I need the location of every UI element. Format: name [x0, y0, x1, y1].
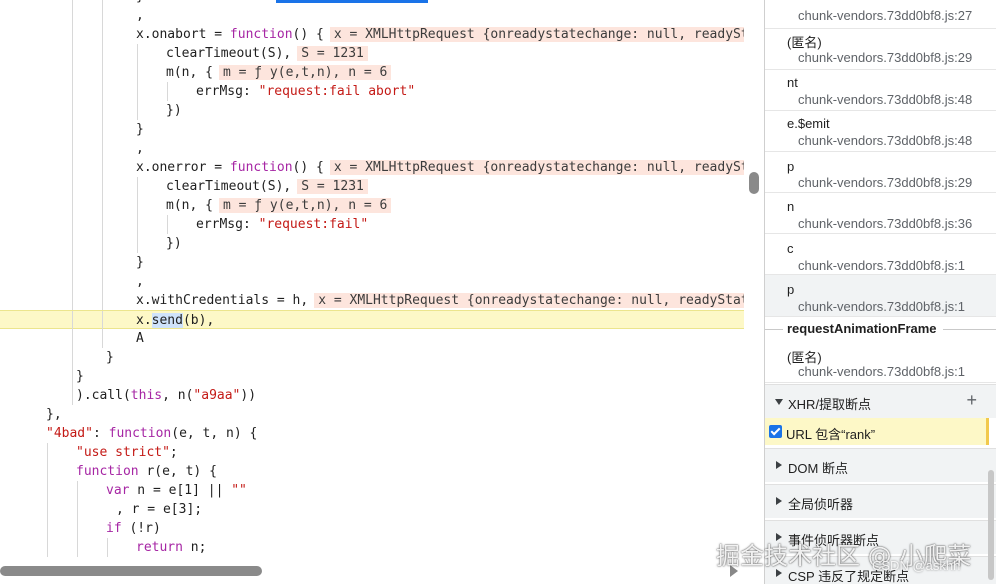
inline-value: m = ƒ y(e,t,n), n = 6 — [218, 65, 392, 80]
call-frame[interactable]: p chunk-vendors.73dd0bf8.js:29 — [765, 152, 996, 193]
call-frame-location: chunk-vendors.73dd0bf8.js:1 — [798, 258, 965, 273]
code-line: m(n, {m = ƒ y(e,t,n), n = 6 — [0, 196, 744, 215]
call-frame[interactable]: n chunk-vendors.73dd0bf8.js:36 — [765, 193, 996, 234]
triangle-right-icon — [776, 497, 782, 505]
xhr-breakpoints-header[interactable]: XHR/提取断点 + — [765, 384, 996, 418]
call-frame-name: e.$emit — [787, 116, 830, 131]
code-line: clearTimeout(S), S = 1231 — [0, 44, 744, 63]
code-line: A — [0, 329, 744, 348]
paused-execution-line: x.send(b), — [0, 310, 744, 330]
code-vertical-scroll-thumb[interactable] — [749, 172, 759, 194]
call-frame-location: chunk-vendors.73dd0bf8.js:29 — [798, 175, 973, 190]
xhr-breakpoint-item[interactable]: URL 包含“rank” — [765, 418, 989, 445]
code-line: function r(e, t) { — [0, 462, 744, 481]
code-line: m(n, {m = ƒ y(e,t,n), n = 6 — [0, 63, 744, 82]
code-line: } — [0, 348, 744, 367]
call-frame-name: (匿名) — [787, 35, 822, 50]
code-line: x.onerror = function() {x = XMLHttpReque… — [0, 158, 764, 177]
code-line: , r = e[3]; — [0, 500, 744, 519]
async-divider — [765, 329, 783, 330]
call-frame-location: chunk-vendors.73dd0bf8.js:36 — [798, 216, 973, 231]
code-line: } — [0, 367, 744, 386]
call-frame[interactable]: nt chunk-vendors.73dd0bf8.js:48 — [765, 70, 996, 111]
call-frame[interactable]: chunk-vendors.73dd0bf8.js:27 — [765, 0, 996, 29]
inline-value: m = ƒ y(e,t,n), n = 6 — [218, 198, 392, 213]
call-frame-selected[interactable]: p chunk-vendors.73dd0bf8.js:1 — [765, 275, 996, 317]
call-frame-location: chunk-vendors.73dd0bf8.js:1 — [798, 364, 965, 379]
code-line: , — [0, 139, 744, 158]
call-frame-location: chunk-vendors.73dd0bf8.js:48 — [798, 133, 973, 148]
code-horizontal-scroll-thumb[interactable] — [0, 566, 262, 576]
call-frame-location: chunk-vendors.73dd0bf8.js:1 — [798, 299, 965, 314]
code-line: }) — [0, 101, 744, 120]
async-divider — [943, 329, 996, 330]
dom-breakpoints-header[interactable]: DOM 断点 — [765, 448, 996, 482]
code-line: "4bad": function(e, t, n) { — [46, 426, 258, 441]
code-line: var n = e[1] || "" — [0, 481, 744, 500]
code-lines: } , x.onabort = function() {x = XMLHttpR… — [0, 0, 764, 557]
call-frame[interactable]: c chunk-vendors.73dd0bf8.js:1 — [765, 234, 996, 275]
inline-value: S = 1231 — [297, 179, 368, 194]
code-vertical-scrollbar[interactable] — [744, 0, 764, 584]
call-frame-name: n — [787, 199, 795, 214]
call-frame-name: p — [787, 282, 795, 297]
triangle-right-icon — [776, 461, 782, 469]
call-frame[interactable]: (匿名) chunk-vendors.73dd0bf8.js:29 — [765, 29, 996, 70]
section-title: XHR/提取断点 — [788, 397, 872, 412]
call-frame[interactable]: (匿名) chunk-vendors.73dd0bf8.js:1 — [765, 341, 996, 383]
code-line: x.onabort = function() {x = XMLHttpReque… — [0, 25, 764, 44]
code-line: } — [0, 120, 744, 139]
watermark-sub: CSDN @askhh — [872, 558, 961, 573]
debugger-sidebar: chunk-vendors.73dd0bf8.js:27 (匿名) chunk-… — [764, 0, 996, 584]
code-line: errMsg: "request:fail abort" — [0, 82, 744, 101]
code-line: , — [0, 6, 744, 25]
code-line: , — [0, 272, 744, 291]
call-frame-name: nt — [787, 75, 798, 90]
xhr-breakpoint-label: URL 包含“rank” — [786, 427, 876, 442]
section-title: 全局侦听器 — [788, 497, 854, 512]
triangle-down-icon — [775, 399, 783, 405]
code-line: }) — [0, 234, 744, 253]
code-line: ).call(this, n("a9aa")) — [0, 386, 744, 405]
code-line: } — [0, 253, 744, 272]
global-listeners-header[interactable]: 全局侦听器 — [765, 484, 996, 518]
call-frame-location: chunk-vendors.73dd0bf8.js:27 — [798, 8, 973, 23]
code-line: clearTimeout(S), S = 1231 — [0, 177, 744, 196]
async-boundary-label: requestAnimationFrame — [787, 321, 937, 336]
call-frame[interactable]: e.$emit chunk-vendors.73dd0bf8.js:48 — [765, 111, 996, 152]
code-line: "use strict"; — [0, 443, 744, 462]
inline-value: x = XMLHttpRequest {onreadystatechange: … — [314, 293, 764, 308]
inline-value: x = XMLHttpRequest {onreadystatechange: … — [329, 27, 764, 42]
code-line: x.withCredentials = h, x = XMLHttpRequest… — [0, 291, 764, 310]
call-frame-location: chunk-vendors.73dd0bf8.js:48 — [798, 92, 973, 107]
code-line: if (!r) — [0, 519, 744, 538]
call-frame-name: p — [787, 159, 795, 174]
checkbox-icon[interactable] — [769, 425, 782, 438]
inline-value: x = XMLHttpRequest {onreadystatechange: … — [329, 160, 764, 175]
section-title: DOM 断点 — [788, 461, 848, 476]
call-frame-location: chunk-vendors.73dd0bf8.js:29 — [798, 50, 973, 65]
plus-icon[interactable]: + — [966, 391, 977, 409]
call-frame-name: c — [787, 241, 794, 256]
sidebar-scrollbar[interactable] — [988, 470, 994, 580]
inline-value: S = 1231 — [297, 46, 368, 61]
code-line: return n; — [0, 538, 744, 557]
source-code-pane[interactable]: } , x.onabort = function() {x = XMLHttpR… — [0, 0, 764, 584]
code-line: errMsg: "request:fail" — [0, 215, 744, 234]
code-line: }, — [46, 407, 62, 422]
